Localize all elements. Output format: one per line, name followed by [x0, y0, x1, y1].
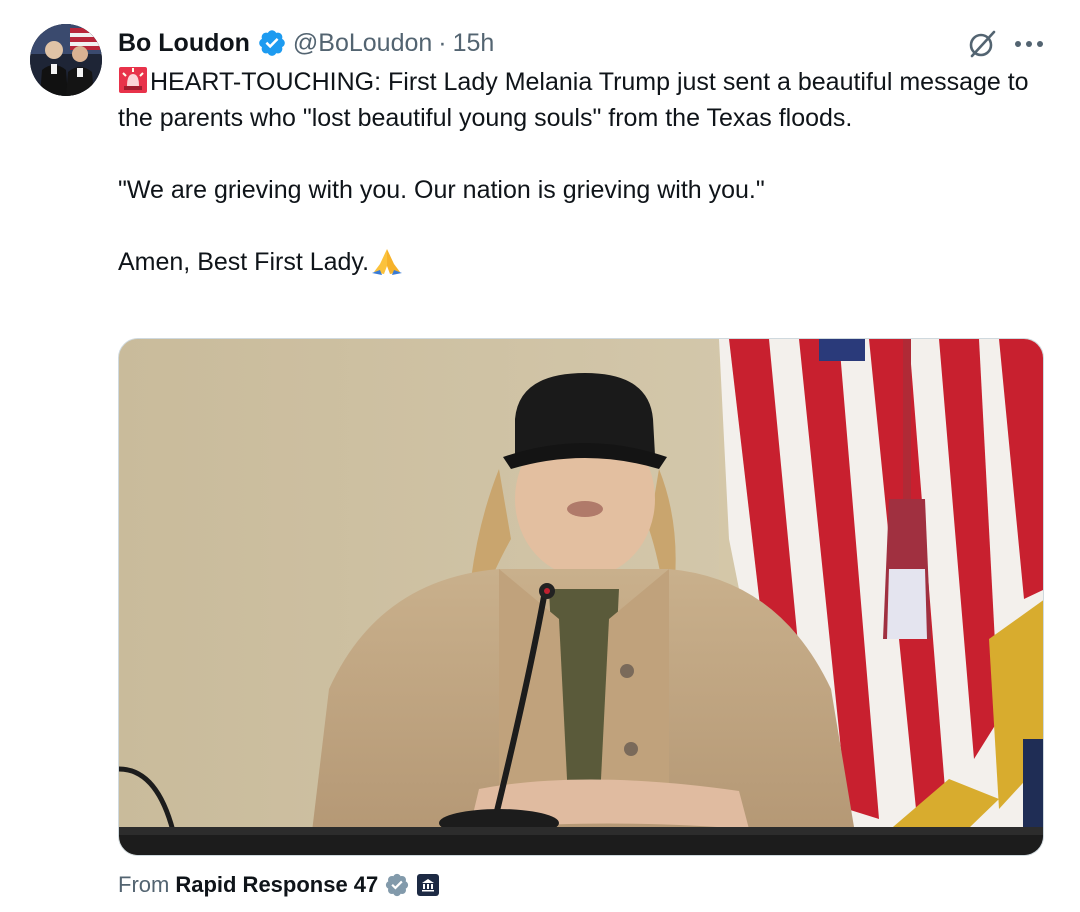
gray-verified-badge-icon: [386, 873, 409, 897]
tweet-text: HEART-TOUCHING: First Lady Melania Trump…: [118, 64, 1048, 280]
timestamp[interactable]: 15h: [453, 29, 495, 58]
media-source-label: From: [118, 872, 170, 897]
government-badge-icon: [417, 874, 440, 896]
author-name[interactable]: Bo Loudon: [118, 29, 250, 58]
folded-hands-emoji: [372, 249, 403, 275]
more-options-icon[interactable]: [1012, 34, 1046, 54]
tweet-line-3: Amen, Best First Lady.: [118, 248, 370, 276]
verified-badge-icon: [259, 30, 285, 56]
tweet-quote: "We are grieving with you. Our nation is…: [118, 176, 765, 204]
tweet[interactable]: Bo Loudon @BoLoudon · 15h HEART-TOUCHING…: [0, 0, 1080, 912]
media-source[interactable]: From Rapid Response 47: [118, 872, 440, 898]
separator-dot: ·: [438, 28, 447, 57]
tweet-paragraph-3: Amen, Best First Lady.: [118, 244, 1048, 280]
tweet-header: Bo Loudon @BoLoudon · 15h: [118, 26, 494, 60]
tweet-line-1: HEART-TOUCHING: First Lady Melania Trump…: [118, 68, 1029, 132]
tweet-paragraph-1: HEART-TOUCHING: First Lady Melania Trump…: [118, 64, 1048, 136]
tweet-media-video[interactable]: [118, 338, 1044, 856]
author-handle[interactable]: @BoLoudon: [293, 29, 432, 58]
avatar[interactable]: [30, 24, 102, 96]
media-source-name[interactable]: Rapid Response 47: [175, 872, 378, 898]
rotating-light-emoji: [119, 67, 147, 93]
grok-icon[interactable]: [966, 28, 998, 60]
